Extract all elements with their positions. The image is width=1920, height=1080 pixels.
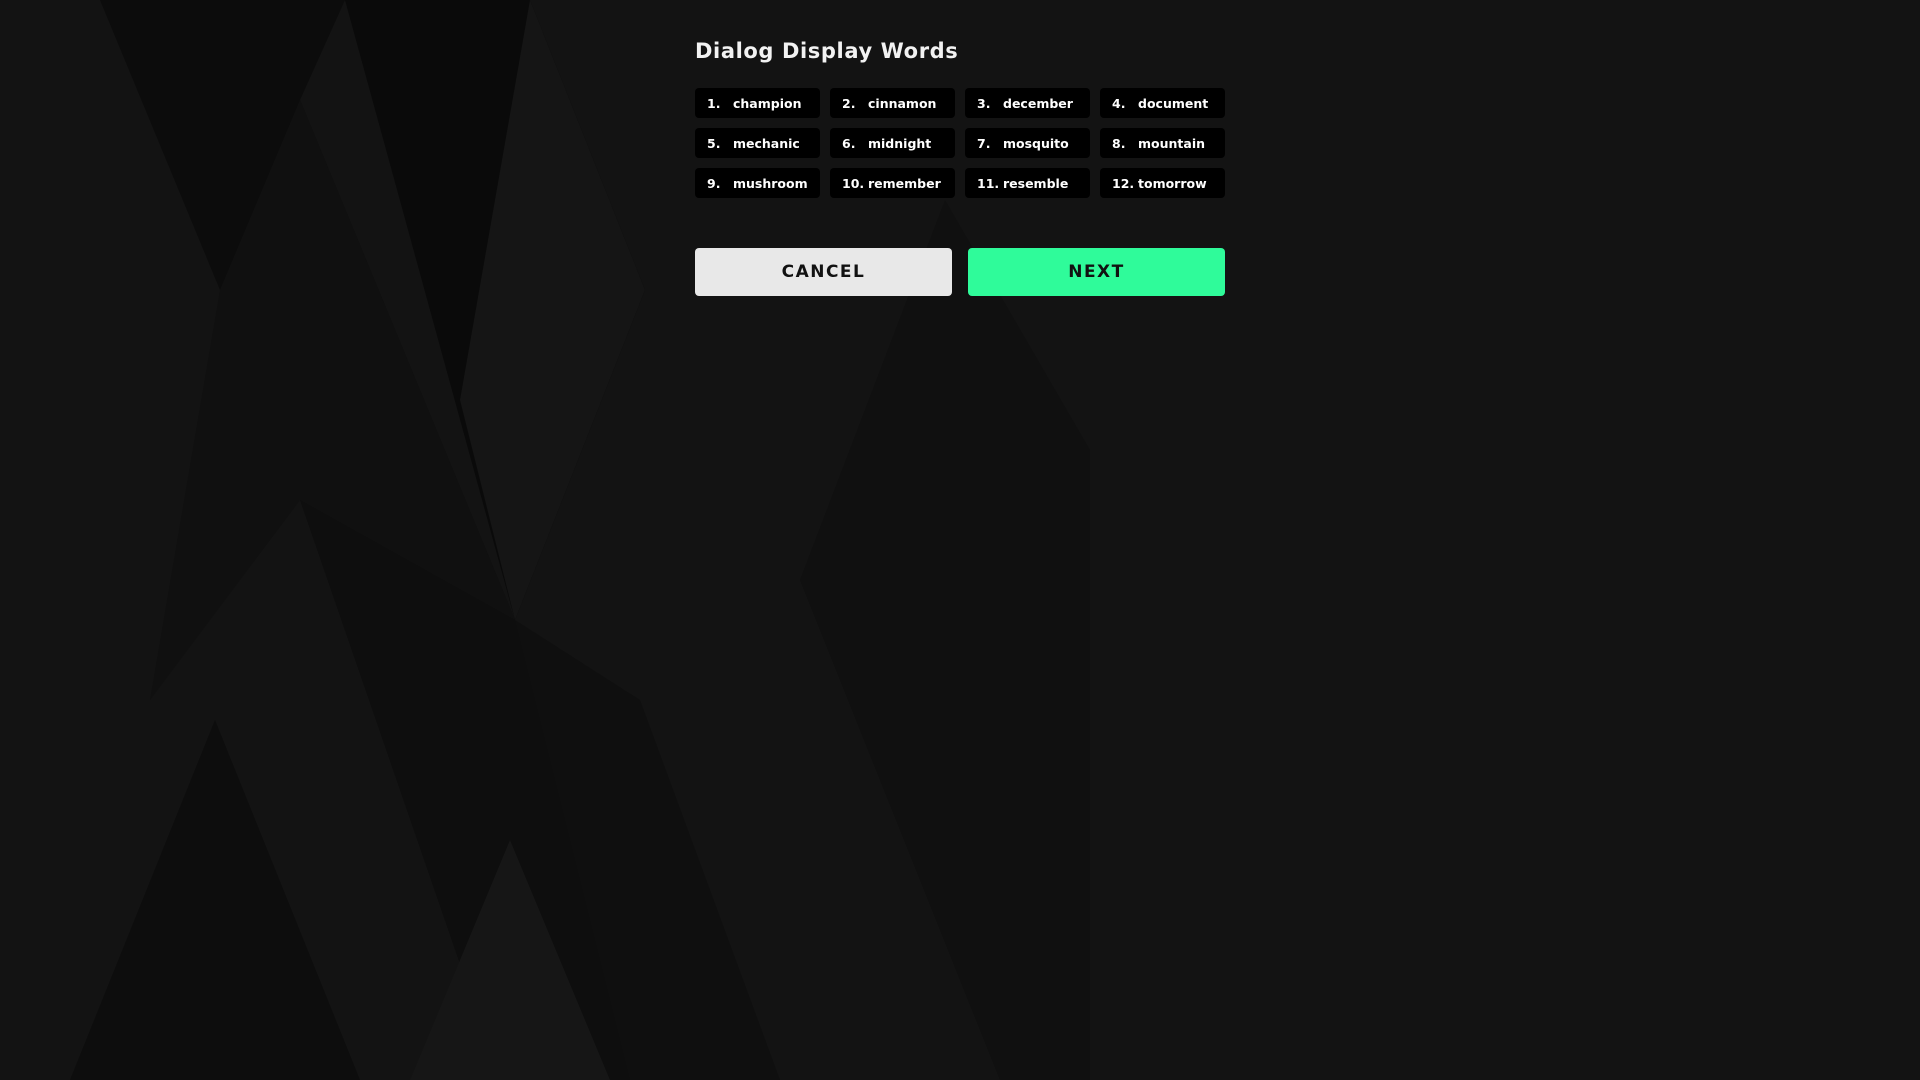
cancel-button[interactable]: CANCEL — [695, 248, 952, 296]
word-chip: 4. document — [1100, 88, 1225, 118]
word-text: mosquito — [1003, 135, 1069, 151]
word-chip: 6. midnight — [830, 128, 955, 158]
word-chip: 7. mosquito — [965, 128, 1090, 158]
dialog-title: Dialog Display Words — [695, 39, 959, 63]
word-number: 12. — [1112, 175, 1135, 191]
word-number: 5. — [707, 135, 721, 151]
word-grid: 1. champion 2. cinnamon 3. december 4. docum… — [695, 88, 1225, 198]
word-number: 6. — [842, 135, 856, 151]
word-number: 1. — [707, 95, 721, 111]
word-text: mushroom — [733, 175, 808, 191]
word-text: tomorrow — [1138, 175, 1207, 191]
word-text: december — [1003, 95, 1073, 111]
word-chip: 9. mushroom — [695, 168, 820, 198]
word-chip: 11. resemble — [965, 168, 1090, 198]
word-text: cinnamon — [868, 95, 937, 111]
word-number: 2. — [842, 95, 856, 111]
word-number: 10. — [842, 175, 865, 191]
word-chip: 1. champion — [695, 88, 820, 118]
word-text: remember — [868, 175, 941, 191]
word-chip: 12. tomorrow — [1100, 168, 1225, 198]
dialog-actions: CANCEL NEXT — [695, 248, 1225, 296]
word-text: champion — [733, 95, 802, 111]
word-number: 8. — [1112, 135, 1126, 151]
word-text: midnight — [868, 135, 932, 151]
word-number: 4. — [1112, 95, 1126, 111]
word-chip: 10. remember — [830, 168, 955, 198]
word-number: 9. — [707, 175, 721, 191]
word-number: 11. — [977, 175, 1000, 191]
word-chip: 8. mountain — [1100, 128, 1225, 158]
word-number: 7. — [977, 135, 991, 151]
next-button[interactable]: NEXT — [968, 248, 1225, 296]
word-chip: 3. december — [965, 88, 1090, 118]
word-number: 3. — [977, 95, 991, 111]
word-text: mechanic — [733, 135, 800, 151]
word-text: document — [1138, 95, 1209, 111]
word-chip: 5. mechanic — [695, 128, 820, 158]
word-dialog: Dialog Display Words 1. champion 2. cinnam… — [695, 36, 1225, 296]
word-text: mountain — [1138, 135, 1206, 151]
word-chip: 2. cinnamon — [830, 88, 955, 118]
word-text: resemble — [1003, 175, 1069, 191]
